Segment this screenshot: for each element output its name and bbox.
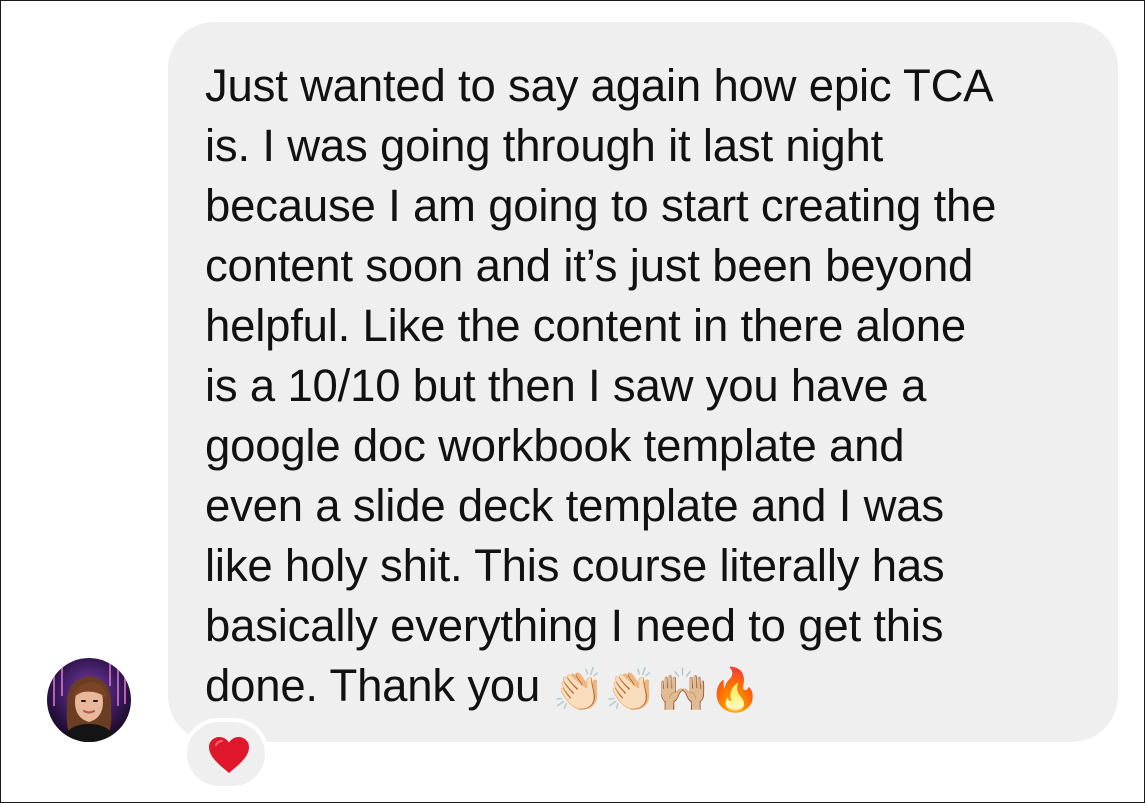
- message-line: because I am going to start creating the: [205, 180, 997, 231]
- clapping-hands-icon: 👏🏻: [552, 666, 605, 713]
- message-text: Just wanted to say again how epic TCA is…: [205, 56, 1078, 716]
- message-line: is. I was going through it last night: [205, 120, 884, 171]
- message-line: Just wanted to say again how epic TCA: [205, 60, 994, 111]
- message-bubble[interactable]: Just wanted to say again how epic TCA is…: [168, 22, 1118, 742]
- message-line: helpful. Like the content in there alone: [205, 300, 966, 351]
- message-line: even a slide deck template and I was: [205, 480, 944, 531]
- message-line: basically everything I need to get this: [205, 600, 944, 651]
- message-line: is a 10/10 but then I saw you have a: [205, 360, 927, 411]
- fire-icon: 🔥: [708, 666, 762, 713]
- red-heart-icon: [209, 737, 249, 773]
- raising-hands-icon: 🙌🏼: [656, 666, 709, 713]
- reaction-badge[interactable]: [183, 718, 269, 790]
- message-line: done. Thank you: [205, 660, 541, 711]
- message-last-line: done. Thank you 👏🏻👏🏻🙌🏼🔥: [205, 656, 1078, 716]
- message-line: google doc workbook template and: [205, 420, 905, 471]
- profile-photo-icon: [47, 658, 131, 742]
- message-line: like holy shit. This course literally ha…: [205, 540, 945, 591]
- message-line: content soon and it’s just been beyond: [205, 240, 974, 291]
- clapping-hands-icon: 👏🏻: [604, 666, 657, 713]
- sender-avatar[interactable]: [47, 658, 131, 742]
